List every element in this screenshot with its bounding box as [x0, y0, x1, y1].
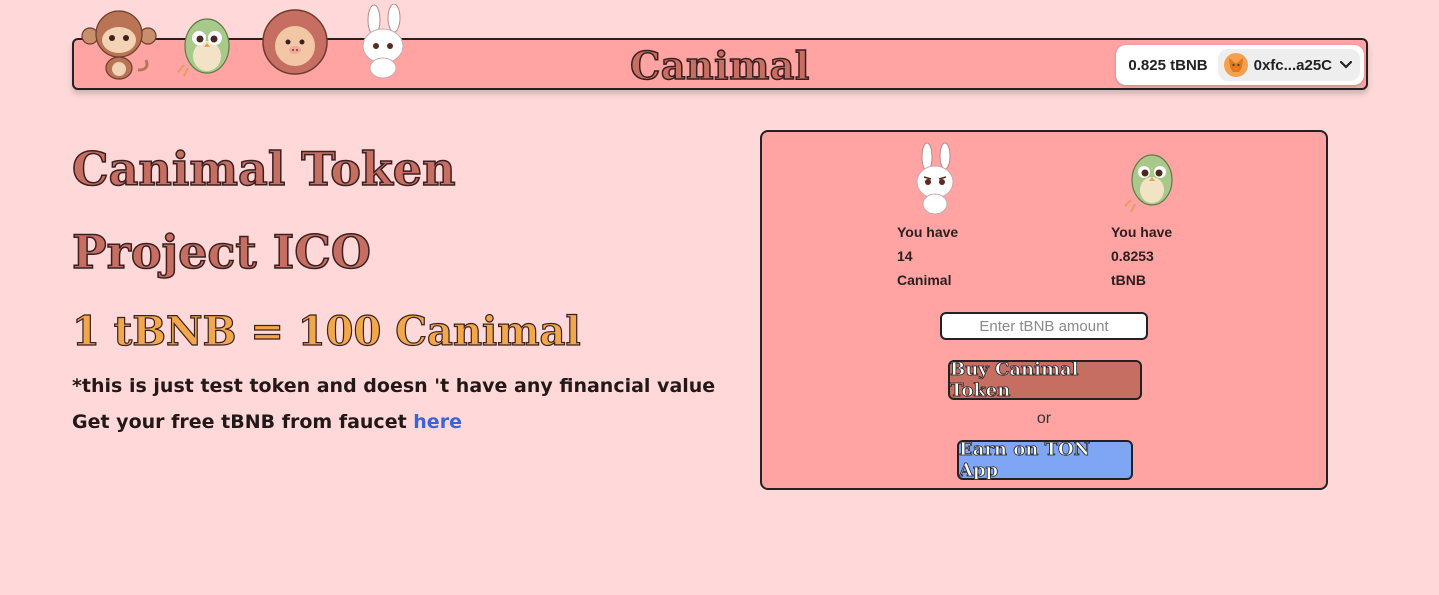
buy-canimal-button[interactable]: Buy Canimal Token	[948, 359, 1142, 401]
wallet-widget[interactable]: 0.825 tBNB 0xfc...a25C	[1116, 45, 1364, 85]
tbnb-holding: You have 0.8253 tBNB	[1111, 142, 1251, 292]
account-address: 0xfc...a25C	[1253, 56, 1332, 74]
ico-card: You have 14 Canimal You have 0.8253 tBNB…	[760, 130, 1328, 490]
canimal-holding-amount: 14	[897, 248, 913, 264]
canimal-holding-label: You have	[897, 224, 959, 240]
bunny-mascot-icon	[362, 4, 404, 79]
tbnb-holding-amount: 0.8253	[1111, 248, 1154, 264]
tbnb-holding-label: You have	[1111, 224, 1173, 240]
disclaimer-text: *this is just test token and doesn 't ha…	[72, 375, 716, 397]
hedgehog-mascot-icon	[262, 9, 328, 75]
canimal-holding: You have 14 Canimal	[897, 142, 1037, 292]
faucet-text: Get your free tBNB from faucet here	[72, 411, 462, 433]
hero-title-line2: Project ICO	[71, 224, 371, 280]
wallet-balance: 0.825 tBNB	[1128, 56, 1208, 74]
account-button[interactable]: 0xfc...a25C	[1217, 49, 1360, 81]
exchange-rate: 1 tBNB = 100 Canimal	[71, 307, 581, 355]
canimal-holding-unit: Canimal	[897, 272, 952, 288]
mascot-group	[72, 0, 432, 90]
metamask-fox-icon	[1223, 53, 1248, 77]
earn-ton-app-button[interactable]: Earn on TON App	[957, 439, 1133, 481]
monkey-mascot-icon	[81, 10, 157, 80]
tbnb-holding-unit: tBNB	[1111, 272, 1146, 288]
or-divider-text: or	[1036, 410, 1052, 427]
tbnb-amount-input[interactable]	[940, 312, 1148, 340]
hero-title-line1: Canimal Token	[71, 141, 456, 197]
owl-avatar-icon	[1124, 154, 1173, 213]
faucet-link[interactable]: here	[413, 411, 462, 433]
chevron-down-icon	[1339, 58, 1353, 72]
faucet-prefix: Get your free tBNB from faucet	[72, 411, 414, 433]
owl-mascot-icon	[177, 18, 230, 77]
bunny-avatar-icon	[916, 142, 954, 215]
